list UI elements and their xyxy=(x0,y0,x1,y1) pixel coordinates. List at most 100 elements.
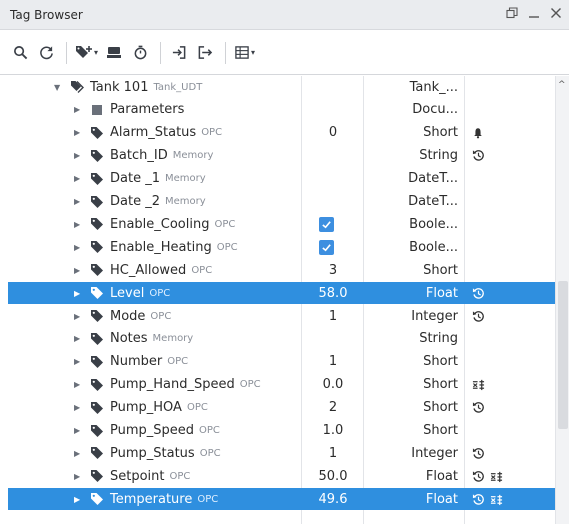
tag-value[interactable] xyxy=(303,236,363,258)
tag-source-label: OPC xyxy=(167,356,189,368)
tag-icon xyxy=(90,240,104,254)
expand-arrow-icon[interactable]: ▶ xyxy=(74,243,86,252)
tree-cell: ▶ Batch_ID Memory xyxy=(74,145,213,167)
tag-value: 1.0 xyxy=(322,423,344,438)
tag-value xyxy=(303,76,363,98)
tag-name: Setpoint xyxy=(110,468,165,484)
tag-data-type: Boole... xyxy=(409,239,458,255)
tag-data-type: Float xyxy=(425,468,458,484)
tree-cell: ▶ Number OPC xyxy=(74,351,188,373)
expand-arrow-icon[interactable]: ▶ xyxy=(74,312,86,321)
tag-value: 58.0 xyxy=(318,285,348,301)
refresh-icon[interactable] xyxy=(36,41,56,65)
checkbox-checked-icon[interactable] xyxy=(319,216,334,232)
tag-name: Alarm_Status xyxy=(110,125,197,141)
tag-flags xyxy=(472,374,532,396)
scaling-icon xyxy=(490,470,503,483)
tag-value[interactable] xyxy=(303,213,363,235)
tag-name: Tank 101 xyxy=(90,79,149,95)
tag-tree-table: ▼ Tank 101 Tank_UDT Tank_... ▶ Parameters Docu… xyxy=(8,76,555,524)
expand-arrow-icon[interactable]: ▶ xyxy=(74,266,86,275)
tag-row[interactable]: ▶ Pump_HOA OPC 2 Short xyxy=(8,397,555,419)
tag-name: Enable_Heating xyxy=(110,239,212,255)
tag-row[interactable]: ▶ Pump_Speed OPC 1.0 Short xyxy=(8,420,555,442)
scaling-icon xyxy=(490,493,503,506)
vertical-scrollbar[interactable]: ^ xyxy=(555,76,569,524)
toolbar-separator xyxy=(160,41,162,64)
tag-row[interactable]: ▶ Alarm_Status OPC 0 Short xyxy=(8,122,555,144)
restore-icon[interactable] xyxy=(505,4,519,22)
collapse-arrow-icon[interactable]: ▼ xyxy=(54,83,66,92)
tag-flags xyxy=(472,351,532,373)
expand-arrow-icon[interactable]: ▶ xyxy=(74,403,86,412)
tag-icon xyxy=(90,446,104,460)
tree-cell: ▶ Pump_Status OPC xyxy=(74,442,221,464)
toolbar-separator xyxy=(225,41,227,64)
database-icon[interactable] xyxy=(104,41,124,65)
expand-arrow-icon[interactable]: ▶ xyxy=(74,357,86,366)
expand-arrow-icon[interactable]: ▶ xyxy=(74,380,86,389)
minimize-icon[interactable] xyxy=(527,4,541,22)
tree-cell: ▶ Setpoint OPC xyxy=(74,465,190,487)
tag-row[interactable]: ▼ Tank 101 Tank_UDT Tank_... xyxy=(8,76,555,98)
tag-row[interactable]: ▶ Date _1 Memory DateT... xyxy=(8,168,555,190)
export-icon[interactable] xyxy=(195,41,215,65)
expand-arrow-icon[interactable]: ▶ xyxy=(74,495,86,504)
expand-arrow-icon[interactable]: ▶ xyxy=(74,197,86,206)
tag-flags xyxy=(472,442,532,464)
tag-value: 3 xyxy=(328,262,338,278)
tag-flags xyxy=(472,76,532,98)
expand-arrow-icon[interactable]: ▶ xyxy=(74,289,86,298)
tag-row[interactable]: ▶ Batch_ID Memory String xyxy=(8,145,555,167)
expand-arrow-icon[interactable]: ▶ xyxy=(74,426,86,435)
expand-arrow-icon[interactable]: ▶ xyxy=(74,449,86,458)
tag-row[interactable]: ▶ Mode OPC 1 Integer xyxy=(8,305,555,327)
tag-row[interactable]: ▶ Pump_Status OPC 1 Integer xyxy=(8,442,555,464)
tag-row[interactable]: ▶ Level OPC 58.0 Float xyxy=(8,282,555,305)
tag-name: Parameters xyxy=(110,102,185,118)
tag-row[interactable]: ▶ Notes Memory String xyxy=(8,328,555,350)
close-icon[interactable] xyxy=(549,4,563,22)
expand-arrow-icon[interactable]: ▶ xyxy=(74,220,86,229)
tag-name: Temperature xyxy=(110,491,193,507)
expand-arrow-icon[interactable]: ▶ xyxy=(74,334,86,343)
tag-source-label: OPC xyxy=(214,218,236,230)
expand-arrow-icon[interactable]: ▶ xyxy=(74,128,86,137)
tag-data-type: Integer xyxy=(411,445,458,461)
clock-icon[interactable] xyxy=(130,41,150,65)
tag-flags xyxy=(472,465,532,487)
tag-source-label: Memory xyxy=(164,196,206,207)
expand-arrow-icon[interactable]: ▶ xyxy=(74,472,86,481)
scroll-up-icon[interactable]: ^ xyxy=(558,80,566,90)
tag-icon xyxy=(90,469,104,483)
tag-flags xyxy=(472,191,532,213)
tag-row[interactable]: ▶ Pump_Hand_Speed OPC 0.0 Short xyxy=(8,374,555,396)
expand-arrow-icon[interactable]: ▶ xyxy=(74,174,86,183)
import-icon[interactable] xyxy=(169,41,189,65)
expand-arrow-icon[interactable]: ▶ xyxy=(74,151,86,160)
table-view-icon[interactable]: ▾ xyxy=(234,41,255,65)
tree-cell: ▼ Tank 101 Tank_UDT xyxy=(54,76,202,98)
tag-row[interactable]: ▶ HC_Allowed OPC 3 Short xyxy=(8,259,555,281)
tag-source-label: OPC xyxy=(216,241,238,253)
checkbox-checked-icon[interactable] xyxy=(319,239,334,255)
tag-flags xyxy=(472,328,532,350)
tag-row[interactable]: ▶ Enable_Cooling OPC Boole... xyxy=(8,213,555,235)
tag-icon xyxy=(90,149,104,163)
tag-data-type: DateT... xyxy=(408,194,458,209)
search-icon[interactable] xyxy=(10,41,30,65)
tag-data-type: String xyxy=(419,148,458,164)
scroll-thumb[interactable] xyxy=(558,281,568,429)
tag-row[interactable]: ▶ Date _2 Memory DateT... xyxy=(8,191,555,213)
tag-row[interactable]: ▶ Parameters Docu... xyxy=(8,99,555,121)
tag-icon xyxy=(90,309,104,323)
tag-icon xyxy=(90,217,104,231)
tag-icon xyxy=(90,492,104,506)
tag-data-type: DateT... xyxy=(408,171,458,187)
expand-arrow-icon[interactable]: ▶ xyxy=(74,105,86,114)
tag-row[interactable]: ▶ Number OPC 1 Short xyxy=(8,351,555,373)
tag-row[interactable]: ▶ Setpoint OPC 50.0 Float xyxy=(8,465,555,487)
tag-row[interactable]: ▶ Enable_Heating OPC Boole... xyxy=(8,236,555,258)
add-tag-icon[interactable]: ▾ xyxy=(75,41,98,65)
tag-row[interactable]: ▶ Temperature OPC 49.6 Float xyxy=(8,488,555,511)
